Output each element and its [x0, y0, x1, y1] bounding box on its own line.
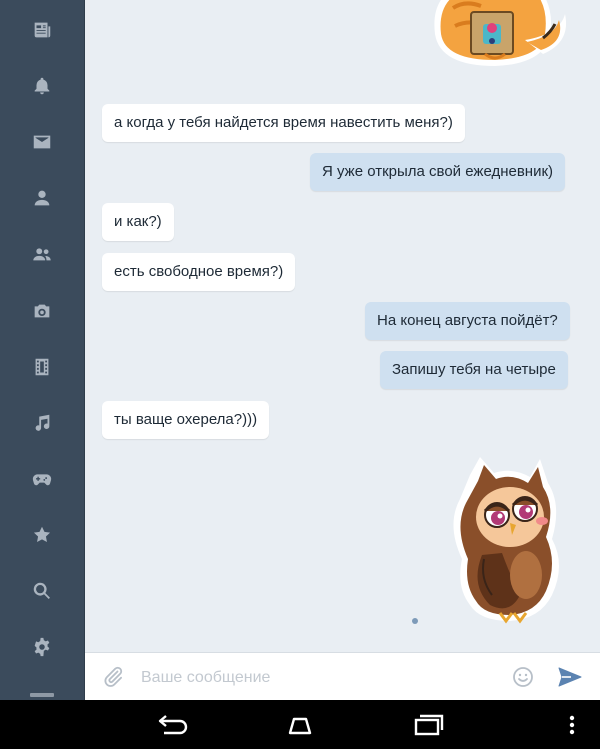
- overflow-menu-icon[interactable]: [552, 710, 592, 740]
- friends-icon[interactable]: [22, 234, 62, 274]
- bell-icon[interactable]: [22, 66, 62, 106]
- message-composer: [85, 652, 600, 701]
- search-icon[interactable]: [22, 571, 62, 611]
- send-icon[interactable]: [557, 665, 583, 689]
- camera-icon[interactable]: [22, 291, 62, 331]
- message-incoming[interactable]: и как?): [102, 203, 174, 241]
- attach-icon[interactable]: [101, 665, 125, 689]
- message-incoming[interactable]: ты ваще охерела?))): [102, 401, 270, 439]
- typing-indicator-dot: [412, 618, 418, 624]
- star-icon[interactable]: [22, 515, 62, 555]
- emoji-icon[interactable]: [511, 665, 535, 689]
- sidebar: [0, 0, 85, 700]
- message-incoming[interactable]: есть свободное время?): [102, 253, 296, 291]
- user-icon[interactable]: [22, 178, 62, 218]
- mail-icon[interactable]: [22, 122, 62, 162]
- back-icon[interactable]: [150, 710, 194, 740]
- cat-sticker: [425, 0, 575, 74]
- chat-history[interactable]: а когда у тебя найдется время навестить …: [85, 0, 600, 652]
- message-outgoing[interactable]: Я уже открыла свой ежедневник): [310, 153, 566, 191]
- owl-sticker: [440, 455, 570, 625]
- home-icon[interactable]: [278, 710, 322, 740]
- sidebar-more-indicator: [30, 693, 54, 697]
- message-outgoing[interactable]: На конец августа пойдёт?: [365, 302, 570, 340]
- gear-icon[interactable]: [22, 627, 62, 667]
- system-nav-bar: [0, 700, 600, 749]
- message-incoming[interactable]: а когда у тебя найдется время навестить …: [102, 104, 465, 142]
- message-input[interactable]: [139, 663, 503, 693]
- message-outgoing[interactable]: Запишу тебя на четыре: [380, 351, 568, 389]
- news-icon[interactable]: [22, 10, 62, 50]
- music-icon[interactable]: [22, 403, 62, 443]
- gamepad-icon[interactable]: [22, 459, 62, 499]
- recent-apps-icon[interactable]: [406, 710, 450, 740]
- film-icon[interactable]: [22, 347, 62, 387]
